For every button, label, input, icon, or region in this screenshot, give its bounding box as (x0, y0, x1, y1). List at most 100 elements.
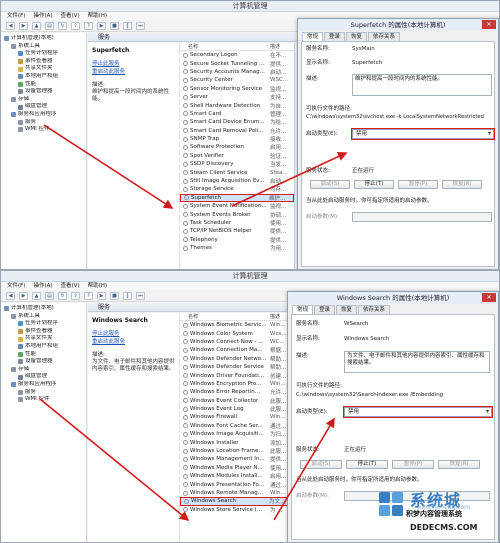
start-button[interactable]: 启动(S) (300, 460, 342, 469)
menu-item[interactable]: 操作(A) (33, 12, 52, 20)
menu-item[interactable]: 帮助(H) (88, 12, 107, 20)
selected-service-row[interactable]: Windows Search 为文... (180, 497, 294, 506)
tree-item[interactable]: 本地用户和组 (2, 73, 85, 81)
service-row[interactable]: Windows Color System Wcs... (180, 329, 294, 337)
service-row[interactable]: TCP/IP NetBIOS Helper 提供... (180, 227, 294, 235)
help-icon[interactable]: ? (84, 21, 93, 30)
tree-item[interactable]: 性能 (2, 351, 85, 359)
service-row[interactable]: Security Accounts Manag... 启动... (180, 68, 294, 76)
refresh-icon[interactable]: ↻ (58, 21, 67, 30)
pause-icon[interactable]: ‖ (123, 21, 132, 30)
stop-button[interactable]: 停止(T) (346, 460, 388, 469)
selected-service-row[interactable]: Superfetch 维护... (180, 193, 294, 203)
restart-service-link[interactable]: 重启动此服务 (92, 68, 175, 76)
service-row[interactable]: Windows Media Player N... 使用... (180, 464, 294, 472)
service-row[interactable]: Windows Event Log 此服... (180, 405, 294, 413)
close-icon[interactable]: ✕ (482, 20, 496, 29)
service-row[interactable]: Windows Image Acquisiti... 为扫... (180, 430, 294, 438)
service-row[interactable]: Secure Socket Tunneling ... 提供... (180, 59, 294, 68)
service-row[interactable]: Secondary Logon 在不... (180, 51, 294, 59)
service-row[interactable]: Windows Error Reportin... 允许... (180, 388, 294, 396)
service-row[interactable]: Windows Presentation Fo... 通过... (180, 480, 294, 489)
tree-item[interactable]: 服务 (2, 119, 85, 127)
tree-item[interactable]: 任务计划程序 (2, 320, 85, 328)
service-row[interactable]: Windows Defender Netwo... 帮助... (180, 355, 294, 363)
dialog-tab[interactable]: 恢复 (346, 32, 368, 41)
tree-item[interactable]: 计算机管理(本地) (2, 305, 85, 313)
pause-button[interactable]: 暂停(P) (392, 460, 434, 469)
start-params-input[interactable] (352, 212, 492, 222)
service-row[interactable]: Windows Biometric Servic... Win... (180, 321, 294, 329)
column-description[interactable]: 描述 (270, 43, 294, 50)
resume-button[interactable]: 恢复(R) (442, 180, 482, 189)
service-row[interactable]: Windows Installer 添加... (180, 438, 294, 447)
dialog-tab[interactable]: 常规 (292, 305, 314, 314)
menu-item[interactable]: 帮助(H) (88, 282, 107, 290)
up-folder-icon[interactable]: ▲ (32, 291, 41, 300)
service-row[interactable]: Server 支持... (180, 93, 294, 101)
column-name[interactable]: 名称 (180, 43, 270, 50)
tree-item[interactable]: 系统工具 (2, 43, 85, 51)
service-row[interactable]: Spot Verifier 验证... (180, 152, 294, 160)
stop-button[interactable]: 停止(T) (354, 180, 394, 189)
service-row[interactable]: Windows Connect Now - ... WC... (180, 338, 294, 346)
service-row[interactable]: Smart Card 管理... (180, 110, 294, 118)
service-row[interactable]: Smart Card Removal Poli... 允许... (180, 127, 294, 135)
start-button[interactable]: 启动(S) (310, 180, 350, 189)
startup-type-select[interactable]: 禁用 ▾ (343, 406, 493, 418)
service-row[interactable]: Windows Defender Service 帮助... (180, 363, 294, 371)
menu-item[interactable]: 查看(V) (61, 282, 80, 290)
stop-icon[interactable]: ■ (110, 21, 119, 30)
dialog-tab[interactable]: 登录 (314, 305, 336, 314)
restart-icon[interactable]: ⏭ (136, 21, 145, 30)
service-row[interactable]: Windows Store Service (... 为 ... (180, 506, 294, 514)
tree-item[interactable]: 设备管理器 (2, 88, 85, 96)
tree-item[interactable]: 事件查看器 (2, 58, 85, 66)
menu-item[interactable]: 查看(V) (61, 12, 80, 20)
service-row[interactable]: Telephony 提供... (180, 236, 294, 244)
dialog-tab[interactable]: 依存关系 (368, 32, 401, 41)
tree-item[interactable]: 计算机管理(本地) (2, 35, 85, 43)
service-row[interactable]: Task Scheduler 使用... (180, 219, 294, 227)
service-row[interactable]: Windows Firewall Win... (180, 413, 294, 421)
restart-icon[interactable]: ⏭ (136, 291, 145, 300)
tree-item[interactable]: WMI 控件 (2, 126, 85, 134)
menu-item[interactable]: 文件(F) (7, 282, 25, 290)
restart-service-link[interactable]: 重启动此服务 (92, 338, 175, 346)
service-row[interactable]: Windows Driver Foundati... 创建... (180, 371, 294, 380)
tree-item[interactable]: WMI 控件 (2, 396, 85, 404)
back-icon[interactable]: ◀ (6, 291, 15, 300)
help-icon[interactable]: ? (84, 291, 93, 300)
forward-icon[interactable]: ▶ (19, 291, 28, 300)
menu-item[interactable]: 操作(A) (33, 282, 52, 290)
pause-button[interactable]: 暂停(P) (398, 180, 438, 189)
dialog-tab[interactable]: 恢复 (336, 305, 358, 314)
service-row[interactable]: Themes 为用... (180, 244, 294, 252)
pause-icon[interactable]: ‖ (123, 291, 132, 300)
startup-type-select[interactable]: 禁用 ▾ (351, 128, 495, 140)
dialog-tab[interactable]: 常规 (302, 32, 324, 41)
service-row[interactable]: Windows Modules Install... 启用... (180, 472, 294, 480)
tree-item[interactable]: 本地用户和组 (2, 343, 85, 351)
service-row[interactable]: Steam Client Service Stea... (180, 168, 294, 176)
tree-item[interactable]: 设备管理器 (2, 358, 85, 366)
service-row[interactable]: System Event Notification... 监视... (180, 202, 294, 210)
export-icon[interactable]: ⇪ (71, 21, 80, 30)
tree-item[interactable]: 存储 (2, 366, 85, 374)
up-folder-icon[interactable]: ▲ (32, 21, 41, 30)
show-tree-icon[interactable]: ▤ (45, 291, 54, 300)
dialog-tab[interactable]: 登录 (324, 32, 346, 41)
service-row[interactable]: SSDP Discovery 当发... (180, 160, 294, 168)
tree-item[interactable]: 存储 (2, 96, 85, 104)
service-row[interactable]: SNMP Trap 接收... (180, 135, 294, 143)
service-row[interactable]: Software Protection 启用... (180, 143, 294, 151)
service-row[interactable]: Windows Remote Manag... Win... (180, 489, 294, 497)
service-row[interactable]: Windows Font Cache Ser... 通过... (180, 422, 294, 430)
tree-item[interactable]: 系统工具 (2, 313, 85, 321)
stop-service-link[interactable]: 停止此服务 (92, 330, 175, 338)
service-row[interactable]: System Events Broker 协调... (180, 210, 294, 219)
play-icon[interactable]: ▶ (97, 291, 106, 300)
export-icon[interactable]: ⇪ (71, 291, 80, 300)
service-row[interactable]: Windows Location Frame... 此服... (180, 447, 294, 455)
tree-item[interactable]: 任务计划程序 (2, 50, 85, 58)
